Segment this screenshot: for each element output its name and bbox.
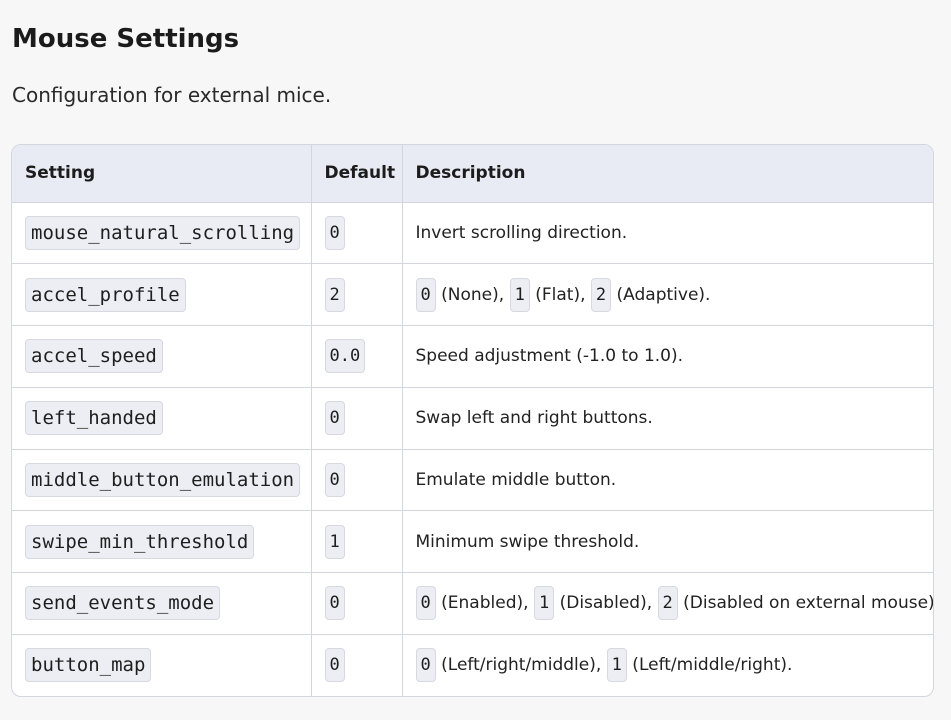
description-text: Minimum swipe threshold.	[415, 531, 640, 552]
setting-name-code: send_events_mode	[25, 586, 221, 621]
description-cell: Emulate middle button.	[401, 448, 933, 511]
option-code: 0	[415, 648, 436, 683]
setting-name-code: left_handed	[25, 401, 163, 436]
setting-name-code: button_map	[25, 648, 152, 683]
table-row: send_events_mode 0 0 (Enabled), 1 (Disab…	[12, 572, 933, 635]
option-label: (Enabled),	[435, 593, 534, 614]
default-value-code: 0	[324, 648, 345, 683]
option-code: 1	[606, 648, 627, 683]
option-label: (Left/right/middle),	[435, 655, 607, 676]
setting-cell: mouse_natural_scrolling	[12, 202, 311, 264]
default-cell: 0	[310, 202, 402, 264]
option-code: 2	[590, 277, 612, 312]
setting-name-code: middle_button_emulation	[25, 462, 301, 497]
setting-name-code: swipe_min_threshold	[25, 524, 255, 559]
setting-name-code: mouse_natural_scrolling	[25, 215, 301, 250]
default-cell: 0	[310, 572, 402, 635]
default-value-code: 0	[324, 401, 345, 436]
default-value-code: 0	[324, 462, 345, 497]
option-label: (Left/middle/right).	[626, 655, 793, 676]
table-row: swipe_min_threshold 1 Minimum swipe thre…	[12, 510, 933, 573]
column-header-default: Default	[310, 145, 402, 203]
option-code: 1	[509, 277, 530, 312]
option-label: (Disabled),	[554, 593, 658, 614]
default-value-code: 2	[324, 277, 345, 312]
table-row: button_map 0 0 (Left/right/middle), 1 (L…	[12, 633, 933, 696]
default-cell: 2	[310, 263, 402, 326]
option-label: (Flat),	[529, 284, 591, 305]
setting-cell: send_events_mode	[12, 572, 311, 635]
description-cell: Swap left and right buttons.	[401, 386, 933, 449]
description-cell: 0 (Enabled), 1 (Disabled), 2 (Disabled o…	[401, 572, 933, 635]
setting-name-code: accel_speed	[25, 339, 163, 374]
description-text: Swap left and right buttons.	[415, 408, 653, 429]
table-header-row: Setting Default Description	[12, 145, 933, 203]
table-row: accel_profile 2 0 (None), 1 (Flat), 2 (A…	[12, 263, 933, 326]
column-header-description: Description	[401, 145, 933, 203]
setting-cell: button_map	[12, 633, 311, 696]
option-code: 2	[657, 586, 678, 621]
default-value-code: 0	[324, 586, 345, 621]
option-label: (None),	[435, 284, 510, 305]
setting-cell: middle_button_emulation	[12, 448, 311, 511]
description-text: Invert scrolling direction.	[415, 222, 628, 243]
description-text: Speed adjustment (-1.0 to 1.0).	[415, 346, 684, 367]
option-label: (Adaptive).	[611, 284, 711, 305]
default-value-code: 1	[324, 524, 345, 559]
option-code: 0	[415, 586, 436, 621]
setting-cell: left_handed	[12, 386, 311, 449]
description-cell: 0 (None), 1 (Flat), 2 (Adaptive).	[401, 263, 933, 326]
default-cell: 0.0	[310, 325, 402, 388]
option-code: 0	[415, 277, 436, 312]
table-row: middle_button_emulation 0 Emulate middle…	[12, 448, 933, 511]
setting-cell: accel_speed	[12, 325, 311, 388]
default-value-code: 0.0	[324, 339, 366, 374]
table-row: mouse_natural_scrolling 0 Invert scrolli…	[12, 202, 933, 264]
settings-table: Setting Default Description mouse_natura…	[12, 145, 933, 696]
table-row: accel_speed 0.0 Speed adjustment (-1.0 t…	[12, 325, 933, 388]
column-header-setting: Setting	[12, 145, 311, 203]
description-cell: 0 (Left/right/middle), 1 (Left/middle/ri…	[401, 633, 933, 696]
option-code: 1	[533, 586, 555, 621]
table-row: left_handed 0 Swap left and right button…	[12, 386, 933, 449]
page-title: Mouse Settings	[12, 24, 240, 54]
description-cell: Speed adjustment (-1.0 to 1.0).	[401, 325, 933, 388]
setting-cell: swipe_min_threshold	[12, 510, 311, 573]
description-cell: Invert scrolling direction.	[401, 202, 933, 264]
description-cell: Minimum swipe threshold.	[401, 510, 933, 573]
page-subtitle: Configuration for external mice.	[12, 83, 332, 107]
default-cell: 0	[310, 386, 402, 449]
default-cell: 0	[310, 448, 402, 511]
default-value-code: 0	[324, 215, 345, 250]
settings-table-container: Setting Default Description mouse_natura…	[11, 144, 934, 697]
setting-cell: accel_profile	[12, 263, 311, 326]
setting-name-code: accel_profile	[25, 277, 186, 312]
option-label: (Disabled on external mouse).	[677, 593, 933, 614]
default-cell: 0	[310, 633, 402, 696]
page: Mouse Settings Configuration for externa…	[0, 0, 951, 720]
description-text: Emulate middle button.	[415, 469, 617, 490]
default-cell: 1	[310, 510, 402, 573]
